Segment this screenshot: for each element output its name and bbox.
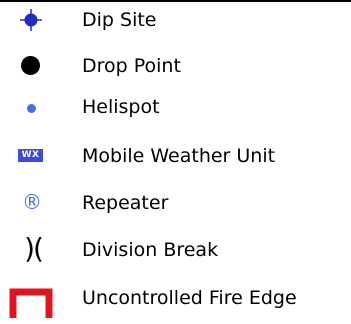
weather-unit-icon: WX [18,149,43,162]
legend-label-drop-point: Drop Point [82,55,181,77]
helispot-icon [27,104,36,113]
map-legend: Dip Site Drop Point Helispot WX Mobile W… [0,0,351,324]
dip-site-icon [20,9,42,31]
division-break-icon: )( [24,232,44,265]
legend-label-division-break: Division Break [82,239,219,261]
legend-item-uncontrolled-fire-edge: Uncontrolled Fire Edge [0,278,351,318]
legend-item-mobile-weather-unit: WX Mobile Weather Unit [0,136,351,176]
uncontrolled-fire-edge-symbol [0,278,64,318]
drop-point-symbol [0,46,64,86]
legend-item-dip-site: Dip Site [0,0,351,40]
legend-label-repeater: Repeater [82,192,169,214]
legend-item-division-break: )( Division Break [0,230,351,270]
drop-point-icon [21,56,40,75]
helispot-symbol [0,87,64,127]
legend-item-drop-point: Drop Point [0,46,351,86]
division-break-symbol: )( [0,230,64,270]
legend-item-helispot: Helispot [0,87,351,127]
legend-label-dip-site: Dip Site [82,9,157,31]
uncontrolled-fire-edge-icon [9,288,53,318]
dip-site-symbol [0,0,64,40]
repeater-symbol: ® [0,183,64,223]
legend-label-mobile-weather-unit: Mobile Weather Unit [82,145,276,167]
legend-label-uncontrolled-fire-edge: Uncontrolled Fire Edge [82,287,297,309]
mobile-weather-unit-symbol: WX [0,136,64,176]
legend-label-helispot: Helispot [82,96,160,118]
repeater-icon: ® [22,190,42,214]
legend-item-repeater: ® Repeater [0,183,351,223]
